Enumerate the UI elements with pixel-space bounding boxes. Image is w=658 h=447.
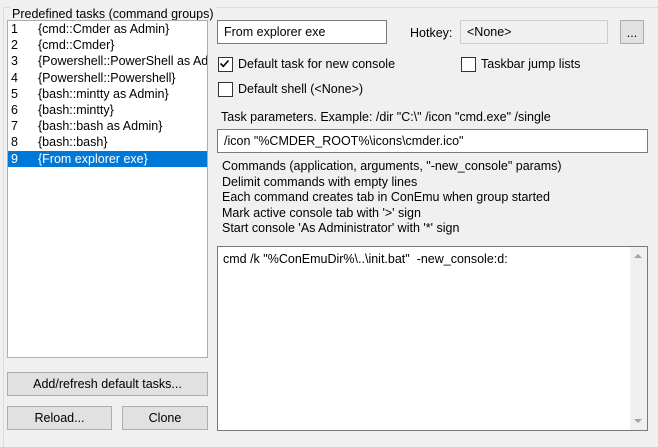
help-line: Start console 'As Administrator' with '*… bbox=[222, 221, 460, 235]
task-number: 2 bbox=[11, 38, 18, 53]
task-number: 8 bbox=[11, 135, 18, 150]
task-list-item[interactable]: 4 {Powershell::Powershell} bbox=[8, 70, 207, 86]
task-params-label: Task parameters. Example: /dir "C:\" /ic… bbox=[221, 110, 551, 124]
groupbox-title: Predefined tasks (command groups) bbox=[10, 7, 216, 21]
task-list-item[interactable]: 6 {bash::mintty} bbox=[8, 102, 207, 118]
task-name: {cmd::Cmder} bbox=[38, 38, 115, 53]
task-number: 5 bbox=[11, 86, 18, 101]
add-refresh-default-tasks-button[interactable]: Add/refresh default tasks... bbox=[7, 372, 208, 396]
task-number: 6 bbox=[11, 102, 18, 117]
taskbar-jump-checkbox[interactable] bbox=[461, 56, 476, 72]
task-number: 4 bbox=[11, 70, 18, 85]
scroll-down-arrow-icon[interactable] bbox=[634, 419, 642, 423]
reload-button[interactable]: Reload... bbox=[7, 406, 112, 430]
task-name: {Powershell::Powershell} bbox=[38, 70, 176, 85]
task-name: {Powershell::PowerShell as Admin} bbox=[38, 54, 207, 69]
vertical-scrollbar[interactable] bbox=[630, 247, 647, 430]
default-task-checkbox-row[interactable]: Default task for new console bbox=[218, 55, 395, 73]
task-number: 3 bbox=[11, 54, 18, 69]
task-name: {bash::mintty} bbox=[38, 102, 114, 117]
taskbar-jump-checkbox-row[interactable]: Taskbar jump lists bbox=[461, 55, 580, 73]
task-list-item[interactable]: 8 {bash::bash} bbox=[8, 134, 207, 150]
task-list-item[interactable]: 5 {bash::mintty as Admin} bbox=[8, 86, 207, 102]
scroll-up-arrow-icon[interactable] bbox=[634, 254, 642, 258]
commands-textarea[interactable]: cmd /k "%ConEmuDir%\..\init.bat" -new_co… bbox=[217, 246, 648, 431]
task-number: 7 bbox=[11, 119, 18, 134]
task-list[interactable]: 1 {cmd::Cmder as Admin} 2 {cmd::Cmder} 3 {Pow… bbox=[7, 20, 208, 358]
default-shell-label: Default shell (<None>) bbox=[238, 82, 364, 96]
commands-help-text: Commands (application, arguments, "-new_… bbox=[222, 159, 562, 237]
commands-text: cmd /k "%ConEmuDir%\..\init.bat" -new_co… bbox=[223, 252, 508, 266]
help-line: Each command creates tab in ConEmu when … bbox=[222, 190, 550, 204]
default-task-checkbox[interactable] bbox=[218, 56, 233, 72]
hotkey-label: Hotkey: bbox=[410, 26, 453, 40]
task-params-input[interactable]: /icon "%CMDER_ROOT%\icons\cmder.ico" bbox=[217, 129, 648, 153]
task-number: 9 bbox=[11, 151, 18, 166]
task-name: {bash::bash as Admin} bbox=[38, 119, 163, 134]
checkmark-icon bbox=[219, 59, 230, 67]
default-task-label: Default task for new console bbox=[238, 57, 396, 71]
taskbar-jump-label: Taskbar jump lists bbox=[481, 57, 581, 71]
help-line: Mark active console tab with '>' sign bbox=[222, 205, 421, 220]
task-name-input[interactable]: From explorer exe bbox=[217, 20, 387, 44]
task-name: {From explorer exe} bbox=[38, 151, 148, 166]
task-list-item[interactable]: 3 {Powershell::PowerShell as Admin} bbox=[8, 53, 207, 69]
help-line: Commands (application, arguments, "-new_… bbox=[222, 159, 562, 173]
clone-button[interactable]: Clone bbox=[122, 406, 208, 430]
default-shell-checkbox[interactable] bbox=[218, 81, 233, 97]
hotkey-browse-button[interactable]: ... bbox=[620, 20, 644, 44]
task-name: {bash::bash} bbox=[38, 135, 108, 150]
task-number: 1 bbox=[11, 22, 18, 36]
task-name: {bash::mintty as Admin} bbox=[38, 86, 169, 101]
hotkey-field: <None> bbox=[460, 20, 608, 44]
task-list-item[interactable]: 1 {cmd::Cmder as Admin} bbox=[8, 21, 207, 37]
task-list-item[interactable]: 9 {From explorer exe} bbox=[8, 150, 207, 167]
task-list-item[interactable]: 2 {cmd::Cmder} bbox=[8, 37, 207, 53]
help-line: Delimit commands with empty lines bbox=[222, 174, 418, 189]
default-shell-checkbox-row[interactable]: Default shell (<None>) bbox=[218, 80, 363, 98]
task-list-item[interactable]: 7 {bash::bash as Admin} bbox=[8, 118, 207, 134]
task-name: {cmd::Cmder as Admin} bbox=[38, 22, 170, 36]
